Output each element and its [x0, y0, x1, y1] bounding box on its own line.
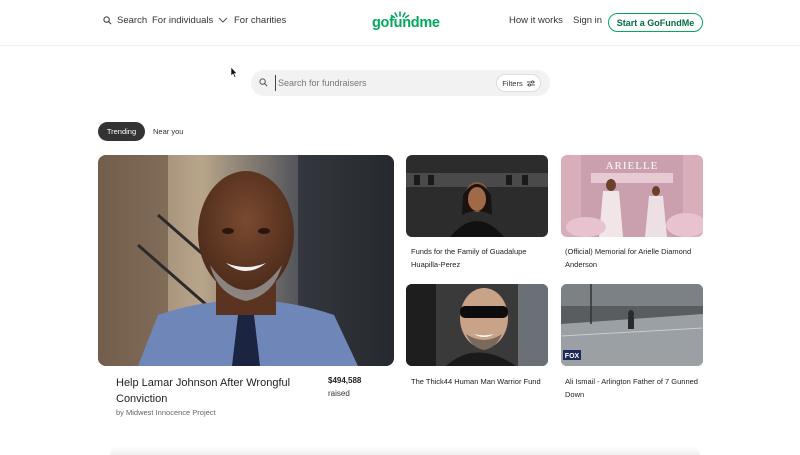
tab-near-you[interactable]: Near you — [153, 127, 183, 136]
nav-search-link[interactable]: Search — [103, 15, 147, 26]
nav-for-individuals-dropdown[interactable]: For individuals — [152, 15, 228, 26]
fundraiser-card-image-3[interactable] — [406, 284, 548, 366]
memorial-banner-text: ARIELLE — [606, 160, 659, 172]
fundraiser-card-image-1[interactable] — [406, 155, 548, 237]
chevron-down-icon — [218, 17, 228, 23]
sliders-icon — [526, 80, 535, 86]
fundraiser-card-image-4[interactable]: FOX — [561, 284, 703, 366]
gofundme-logo[interactable]: gofundme — [372, 15, 440, 31]
next-section-edge — [110, 446, 700, 455]
fundraiser-card-title-4[interactable]: Ali Ismail - Arlington Father of 7 Gunne… — [565, 375, 707, 401]
filters-label: Filters — [502, 78, 523, 88]
fundraiser-card-image-2[interactable]: ARIELLE — [561, 155, 703, 237]
nav-for-charities-link[interactable]: For charities — [234, 15, 286, 26]
tab-trending[interactable]: Trending — [98, 122, 145, 141]
mouse-cursor-icon — [230, 67, 238, 78]
fundraiser-card-title-3[interactable]: The Thick44 Human Man Warrior Fund — [411, 375, 553, 388]
fundraiser-search-input[interactable] — [275, 75, 490, 91]
nav-sign-in-link[interactable]: Sign in — [573, 15, 602, 26]
news-logo-text: FOX — [565, 353, 580, 360]
site-header: Search For individuals For charities gof… — [0, 0, 800, 46]
featured-amount-raised: $494,588 — [328, 376, 362, 385]
featured-fundraiser-image[interactable] — [98, 155, 394, 366]
fundraiser-card-title-2[interactable]: (Official) Memorial for Arielle Diamond … — [565, 245, 707, 271]
featured-fundraiser-title[interactable]: Help Lamar Johnson After Wrongful Convic… — [116, 375, 311, 407]
featured-fundraiser-organizer: by Midwest Innocence Project — [116, 408, 216, 417]
fundraiser-card-title-1[interactable]: Funds for the Family of Guadalupe Huapil… — [411, 245, 553, 271]
featured-raised-label: raised — [328, 389, 350, 398]
filters-button[interactable]: Filters — [496, 74, 541, 92]
nav-search-label: Search — [117, 15, 148, 26]
nav-for-individuals-label: For individuals — [152, 15, 214, 26]
search-icon — [103, 16, 112, 25]
search-icon — [259, 78, 268, 87]
nav-how-it-works-link[interactable]: How it works — [509, 15, 563, 26]
start-gofundme-button[interactable]: Start a GoFundMe — [608, 13, 703, 32]
